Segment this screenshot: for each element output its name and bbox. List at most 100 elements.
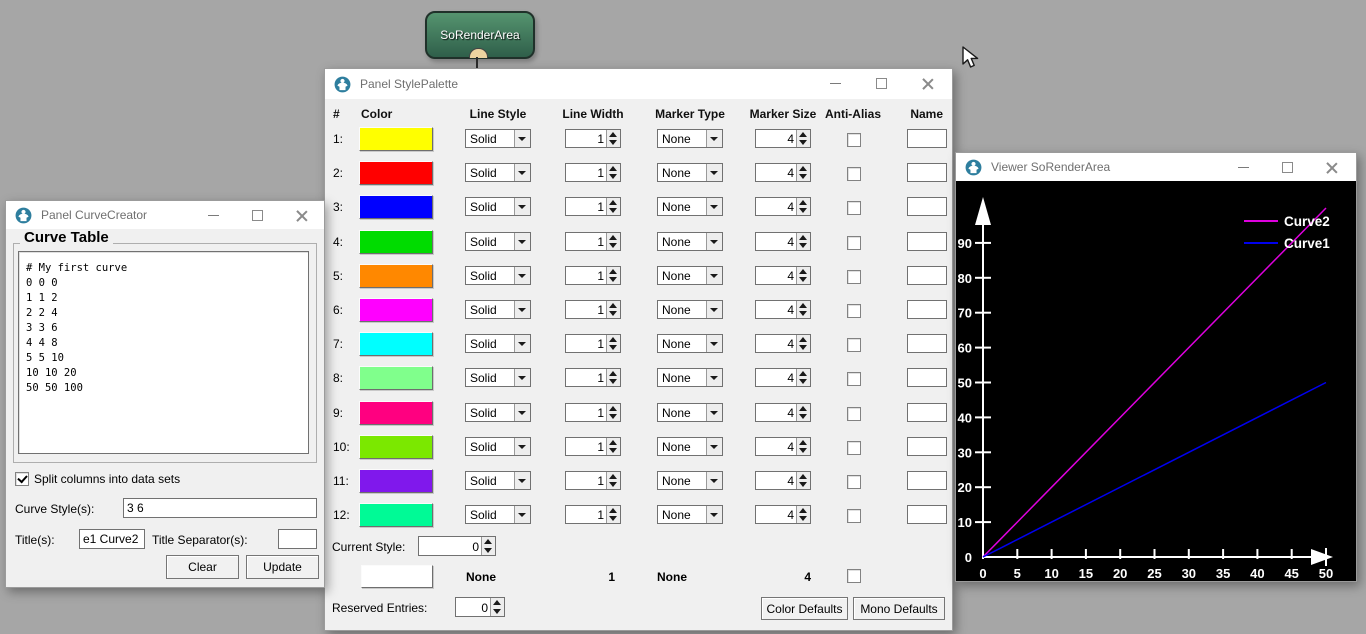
spin-up-icon[interactable] xyxy=(799,371,807,376)
line-style-select[interactable]: Solid xyxy=(465,334,531,353)
name-input[interactable] xyxy=(907,471,947,490)
spin-down-icon[interactable] xyxy=(609,311,617,316)
chevron-down-icon[interactable] xyxy=(514,130,530,147)
spin-down-icon[interactable] xyxy=(609,243,617,248)
spin-up-icon[interactable] xyxy=(609,474,617,479)
anti-alias-checkbox[interactable] xyxy=(847,133,861,147)
spin-up-icon[interactable] xyxy=(609,303,617,308)
spin-down-icon[interactable] xyxy=(493,609,501,614)
marker-type-select[interactable]: None xyxy=(657,232,723,251)
name-input[interactable] xyxy=(907,437,947,456)
chevron-down-icon[interactable] xyxy=(514,301,530,318)
line-width-spinner[interactable]: 1 xyxy=(565,505,621,524)
chevron-down-icon[interactable] xyxy=(514,198,530,215)
title-separator-input[interactable] xyxy=(278,529,317,549)
close-button[interactable] xyxy=(921,77,934,90)
chevron-down-icon[interactable] xyxy=(514,233,530,250)
line-width-spinner[interactable]: 1 xyxy=(565,334,621,353)
spin-up-icon[interactable] xyxy=(493,600,501,605)
line-style-select[interactable]: Solid xyxy=(465,403,531,422)
name-input[interactable] xyxy=(907,334,947,353)
color-swatch-button[interactable] xyxy=(359,503,433,527)
chevron-down-icon[interactable] xyxy=(514,335,530,352)
minimize-button[interactable] xyxy=(1237,161,1250,174)
chevron-down-icon[interactable] xyxy=(706,335,722,352)
spin-up-icon[interactable] xyxy=(609,440,617,445)
anti-alias-checkbox[interactable] xyxy=(847,270,861,284)
render-area[interactable]: 051015202530354045500102030405060708090C… xyxy=(956,181,1356,581)
color-swatch-button[interactable] xyxy=(359,401,433,425)
anti-alias-checkbox[interactable] xyxy=(847,167,861,181)
spin-down-icon[interactable] xyxy=(609,414,617,419)
spin-up-icon[interactable] xyxy=(609,200,617,205)
line-style-select[interactable]: Solid xyxy=(465,505,531,524)
marker-type-select[interactable]: None xyxy=(657,471,723,490)
update-button[interactable]: Update xyxy=(246,555,319,579)
minimize-button[interactable] xyxy=(829,77,842,90)
maximize-button[interactable] xyxy=(1281,161,1294,174)
spin-up-icon[interactable] xyxy=(799,132,807,137)
spin-down-icon[interactable] xyxy=(609,516,617,521)
minimize-button[interactable] xyxy=(207,209,220,222)
color-defaults-button[interactable]: Color Defaults xyxy=(761,597,848,620)
marker-size-spinner[interactable]: 4 xyxy=(755,471,811,490)
split-columns-checkbox[interactable] xyxy=(15,472,29,486)
anti-alias-checkbox[interactable] xyxy=(847,407,861,421)
spin-down-icon[interactable] xyxy=(799,174,807,179)
spin-up-icon[interactable] xyxy=(609,166,617,171)
spin-up-icon[interactable] xyxy=(799,337,807,342)
chevron-down-icon[interactable] xyxy=(514,369,530,386)
line-width-spinner[interactable]: 1 xyxy=(565,403,621,422)
line-width-spinner[interactable]: 1 xyxy=(565,232,621,251)
marker-size-spinner[interactable]: 4 xyxy=(755,163,811,182)
marker-type-select[interactable]: None xyxy=(657,197,723,216)
chevron-down-icon[interactable] xyxy=(706,233,722,250)
marker-size-spinner[interactable]: 4 xyxy=(755,129,811,148)
color-swatch-button[interactable] xyxy=(359,127,433,151)
line-width-spinner[interactable]: 1 xyxy=(565,197,621,216)
name-input[interactable] xyxy=(907,368,947,387)
spin-up-icon[interactable] xyxy=(609,406,617,411)
name-input[interactable] xyxy=(907,129,947,148)
spin-up-icon[interactable] xyxy=(799,200,807,205)
color-swatch-button[interactable] xyxy=(359,332,433,356)
spin-up-icon[interactable] xyxy=(799,269,807,274)
marker-size-spinner[interactable]: 4 xyxy=(755,232,811,251)
chevron-down-icon[interactable] xyxy=(514,438,530,455)
marker-type-select[interactable]: None xyxy=(657,300,723,319)
anti-alias-checkbox[interactable] xyxy=(847,201,861,215)
chevron-down-icon[interactable] xyxy=(706,438,722,455)
spin-down-icon[interactable] xyxy=(609,140,617,145)
chevron-down-icon[interactable] xyxy=(706,198,722,215)
chevron-down-icon[interactable] xyxy=(514,164,530,181)
current-style-spinner[interactable]: 0 xyxy=(418,536,496,556)
spin-down-icon[interactable] xyxy=(799,414,807,419)
default-anti-alias-checkbox[interactable] xyxy=(847,569,861,583)
spin-up-icon[interactable] xyxy=(799,303,807,308)
spin-down-icon[interactable] xyxy=(609,345,617,350)
marker-type-select[interactable]: None xyxy=(657,266,723,285)
marker-type-select[interactable]: None xyxy=(657,334,723,353)
spin-down-icon[interactable] xyxy=(799,243,807,248)
color-swatch-button[interactable] xyxy=(359,469,433,493)
spin-up-icon[interactable] xyxy=(799,474,807,479)
spin-down-icon[interactable] xyxy=(799,277,807,282)
mono-defaults-button[interactable]: Mono Defaults xyxy=(853,597,945,620)
color-swatch-button[interactable] xyxy=(359,366,433,390)
curve-creator-titlebar[interactable]: Panel CurveCreator xyxy=(6,201,324,229)
spin-down-icon[interactable] xyxy=(799,448,807,453)
spin-down-icon[interactable] xyxy=(609,174,617,179)
line-width-spinner[interactable]: 1 xyxy=(565,300,621,319)
line-width-spinner[interactable]: 1 xyxy=(565,129,621,148)
color-swatch-button[interactable] xyxy=(359,264,433,288)
spin-up-icon[interactable] xyxy=(609,337,617,342)
line-width-spinner[interactable]: 1 xyxy=(565,471,621,490)
marker-size-spinner[interactable]: 4 xyxy=(755,505,811,524)
spin-up-icon[interactable] xyxy=(609,508,617,513)
chevron-down-icon[interactable] xyxy=(514,267,530,284)
curve-styles-input[interactable] xyxy=(123,498,317,518)
spin-down-icon[interactable] xyxy=(799,379,807,384)
maximize-button[interactable] xyxy=(875,77,888,90)
node-input-connector[interactable] xyxy=(469,48,488,58)
marker-type-select[interactable]: None xyxy=(657,505,723,524)
